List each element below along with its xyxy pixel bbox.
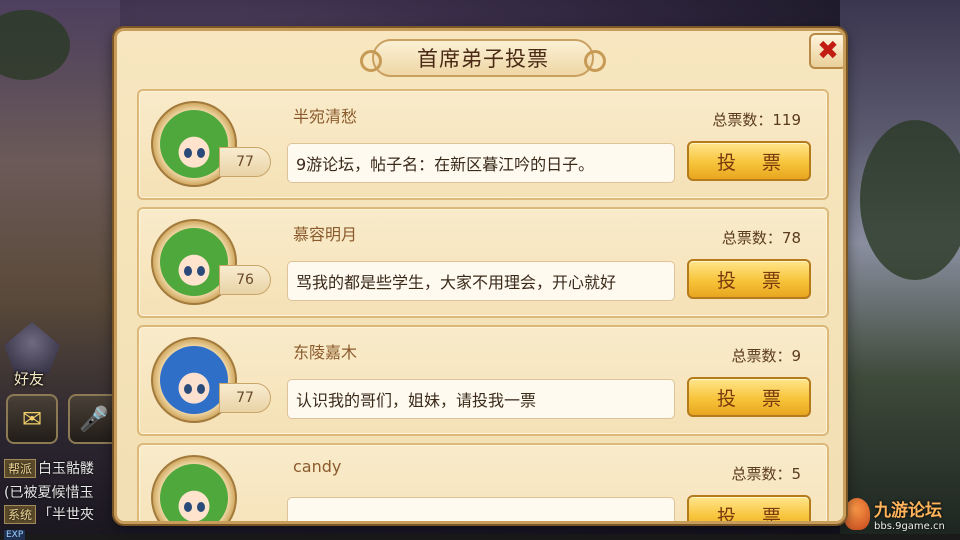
watermark-url: bbs.9game.cn bbox=[874, 521, 945, 532]
candidate-row: 77 东陵嘉木 总票数：9 认识我的哥们，姐妹，请投我一票 投 票 bbox=[137, 325, 829, 436]
character-portrait bbox=[160, 346, 228, 414]
candidate-row: 77 半宛清愁 总票数：119 9游论坛，帖子名：在新区暮江吟的日子。 投 票 bbox=[137, 89, 829, 200]
microphone-icon: 🎤 bbox=[79, 405, 109, 433]
candidate-name: 东陵嘉木 bbox=[293, 343, 358, 362]
title-plate: 首席弟子投票 bbox=[360, 39, 606, 77]
vote-button[interactable]: 投 票 bbox=[687, 377, 811, 417]
vote-count: 总票数：5 bbox=[731, 465, 801, 483]
candidate-name: 半宛清愁 bbox=[293, 107, 358, 126]
background-foliage bbox=[860, 120, 960, 280]
candidate-message bbox=[287, 497, 675, 521]
watermark: 九游论坛 bbs.9game.cn bbox=[844, 494, 956, 534]
chat-button[interactable]: ✉ bbox=[6, 394, 58, 444]
character-portrait bbox=[160, 110, 228, 178]
exp-label: EXP bbox=[4, 530, 26, 540]
candidate-message: 9游论坛，帖子名：在新区暮江吟的日子。 bbox=[287, 143, 675, 183]
character-portrait bbox=[160, 228, 228, 296]
chat-line[interactable]: 系统 「半世夾 bbox=[4, 504, 94, 524]
chat-text: (已被夏候惜玉 bbox=[4, 485, 94, 501]
chat-channel-tag: 系统 bbox=[4, 505, 37, 524]
chat-bubble-icon: ✉ bbox=[21, 405, 43, 433]
chat-text: 「半世夾 bbox=[38, 507, 95, 523]
vote-button[interactable]: 投 票 bbox=[687, 259, 811, 299]
level-badge: 77 bbox=[219, 383, 271, 413]
watermark-title: 九游论坛 bbox=[874, 501, 942, 521]
vote-count: 总票数：9 bbox=[731, 347, 801, 365]
level-badge: 77 bbox=[219, 147, 271, 177]
vote-count: 总票数：119 bbox=[712, 111, 801, 129]
candidate-name: candy bbox=[293, 457, 342, 476]
close-icon: ✖ bbox=[817, 36, 839, 66]
vote-button[interactable]: 投 票 bbox=[687, 141, 811, 181]
vote-count: 总票数：78 bbox=[721, 229, 801, 247]
chat-text: 白玉骷髅 bbox=[38, 461, 95, 477]
friends-label[interactable]: 好友 bbox=[14, 368, 44, 389]
chat-channel-tag: 帮派 bbox=[4, 459, 37, 478]
exp-bar bbox=[0, 534, 960, 540]
vote-dialog: 首席弟子投票 ✖ 77 半宛清愁 总票数：119 9游论坛，帖子名：在新区暮江吟… bbox=[114, 28, 846, 524]
close-button[interactable]: ✖ bbox=[809, 33, 843, 69]
level-badge: 76 bbox=[219, 265, 271, 295]
candidate-message: 认识我的哥们，姐妹，请投我一票 bbox=[287, 379, 675, 419]
chat-line[interactable]: 帮派 白玉骷髅 bbox=[4, 458, 94, 478]
candidate-row: candy 总票数：5 投 票 bbox=[137, 443, 829, 521]
voice-button[interactable]: 🎤 bbox=[68, 394, 120, 444]
dialog-title: 首席弟子投票 bbox=[417, 47, 549, 71]
avatar[interactable] bbox=[151, 455, 237, 521]
candidate-name: 慕容明月 bbox=[293, 225, 358, 244]
chat-line[interactable]: (已被夏候惜玉 bbox=[4, 482, 93, 502]
watermark-logo-icon bbox=[844, 498, 870, 530]
candidate-list[interactable]: 77 半宛清愁 总票数：119 9游论坛，帖子名：在新区暮江吟的日子。 投 票 … bbox=[137, 89, 829, 521]
candidate-row: 76 慕容明月 总票数：78 骂我的都是些学生，大家不用理会，开心就好 投 票 bbox=[137, 207, 829, 318]
character-portrait bbox=[160, 464, 228, 521]
candidate-message: 骂我的都是些学生，大家不用理会，开心就好 bbox=[287, 261, 675, 301]
vote-button[interactable]: 投 票 bbox=[687, 495, 811, 521]
